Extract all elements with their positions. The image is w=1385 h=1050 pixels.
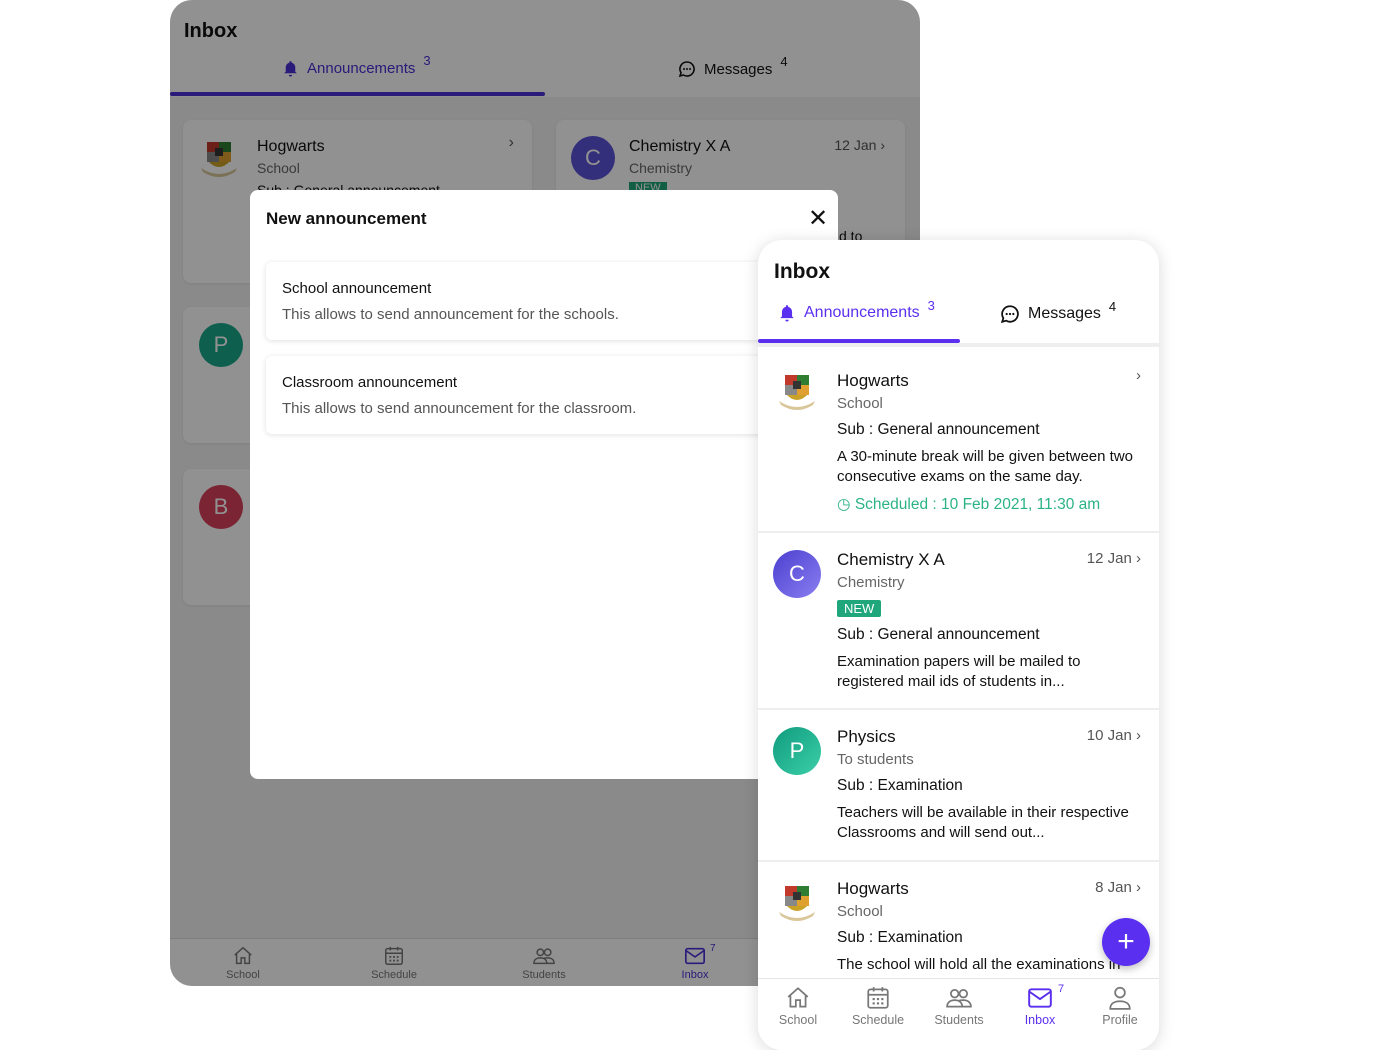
- list-item[interactable]: Hogwarts School Sub : General announceme…: [758, 347, 1159, 533]
- clock-icon: ◷: [837, 496, 851, 513]
- option-school-announcement[interactable]: School announcement This allows to send a…: [266, 262, 826, 340]
- new-badge: NEW: [837, 600, 882, 617]
- item-subject: Sub : General announcement: [837, 421, 1040, 438]
- item-body: A 30-minute break will be given between …: [837, 448, 1134, 485]
- item-body: Examination papers will be mailed to reg…: [837, 653, 1081, 690]
- nav-profile[interactable]: Profile: [1080, 985, 1159, 1027]
- scheduled-time: ◷ Scheduled : 10 Feb 2021, 11:30 am: [837, 495, 1100, 514]
- tab-label: Messages: [1028, 305, 1101, 322]
- item-sub: School: [837, 903, 883, 920]
- nav-students[interactable]: Students: [919, 985, 999, 1027]
- hogwarts-crest: [773, 367, 821, 415]
- calendar-icon: [865, 985, 891, 1011]
- mail-icon: [1027, 985, 1053, 1011]
- nav-label: Inbox: [1024, 1013, 1056, 1027]
- phone-bottom-nav: School Schedule Students Inbox 7 Profile: [758, 978, 1159, 1050]
- date-text: 12 Jan: [1086, 550, 1132, 567]
- scheduled-text: Scheduled : 10 Feb 2021, 11:30 am: [854, 496, 1101, 513]
- option-title: School announcement: [282, 280, 432, 297]
- option-title: Classroom announcement: [282, 374, 458, 391]
- item-subject: Sub : Examination: [837, 777, 963, 794]
- tab-label: Announcements: [804, 304, 920, 321]
- item-name: Hogwarts: [837, 879, 909, 898]
- phone-title: Inbox: [774, 260, 830, 283]
- item-name: Chemistry X A: [837, 550, 945, 569]
- option-desc: This allows to send announcement for the…: [282, 306, 619, 323]
- nav-label: Students: [934, 1013, 984, 1027]
- option-classroom-announcement[interactable]: Classroom announcement This allows to sen…: [266, 356, 826, 434]
- nav-school[interactable]: School: [758, 985, 838, 1027]
- tab-messages[interactable]: Messages 4: [1000, 299, 1116, 324]
- hogwarts-crest: [773, 878, 821, 926]
- avatar: P: [773, 727, 821, 775]
- bell-icon: [778, 304, 796, 322]
- chat-icon: [1000, 304, 1020, 324]
- user-icon: [1107, 985, 1133, 1011]
- modal-title: New announcement: [266, 209, 427, 228]
- add-announcement-button[interactable]: +: [1102, 918, 1150, 966]
- nav-label: Schedule: [851, 1013, 905, 1027]
- nav-label: School: [778, 1013, 818, 1027]
- avatar: C: [773, 550, 821, 598]
- option-desc: This allows to send announcement for the…: [282, 400, 637, 417]
- date-text: 10 Jan: [1086, 727, 1132, 744]
- item-name: Physics: [837, 727, 896, 746]
- tab-count: 3: [927, 297, 935, 313]
- item-date: 12 Jan ›: [1086, 550, 1141, 567]
- nav-schedule[interactable]: Schedule: [838, 985, 918, 1027]
- item-sub: School: [837, 395, 883, 412]
- item-date: 10 Jan ›: [1086, 727, 1141, 744]
- new-announcement-modal: New announcement ✕ School announcement Th…: [250, 190, 838, 779]
- item-name: Hogwarts: [837, 371, 909, 390]
- close-icon[interactable]: ✕: [808, 204, 828, 233]
- tab-count: 4: [1108, 298, 1117, 314]
- chevron-right-icon: ›: [1136, 367, 1141, 384]
- nav-badge: 7: [1058, 983, 1065, 995]
- item-sub: To students: [837, 751, 914, 768]
- list-item[interactable]: C Chemistry X A Chemistry NEW Sub : Gene…: [758, 533, 1159, 710]
- item-subject: Sub : Examination: [837, 929, 963, 946]
- nav-inbox[interactable]: Inbox 7: [1000, 983, 1080, 1027]
- item-body: Teachers will be available in their resp…: [837, 804, 1129, 841]
- users-icon: [946, 985, 972, 1011]
- tab-announcements[interactable]: Announcements 3: [778, 298, 935, 322]
- item-subject: Sub : General announcement: [837, 626, 1040, 643]
- home-icon: [785, 985, 811, 1011]
- date-text: 8 Jan: [1095, 879, 1132, 896]
- phone-screen: Inbox Announcements 3 Messages 4 Hogwarts …: [758, 240, 1159, 1050]
- nav-label: Profile: [1102, 1013, 1138, 1027]
- item-date: 8 Jan ›: [1095, 879, 1141, 896]
- item-sub: Chemistry: [837, 574, 905, 591]
- list-item[interactable]: Hogwarts School Sub : Examination The sc…: [758, 862, 1159, 982]
- list-item[interactable]: P Physics To students Sub : Examination …: [758, 710, 1159, 862]
